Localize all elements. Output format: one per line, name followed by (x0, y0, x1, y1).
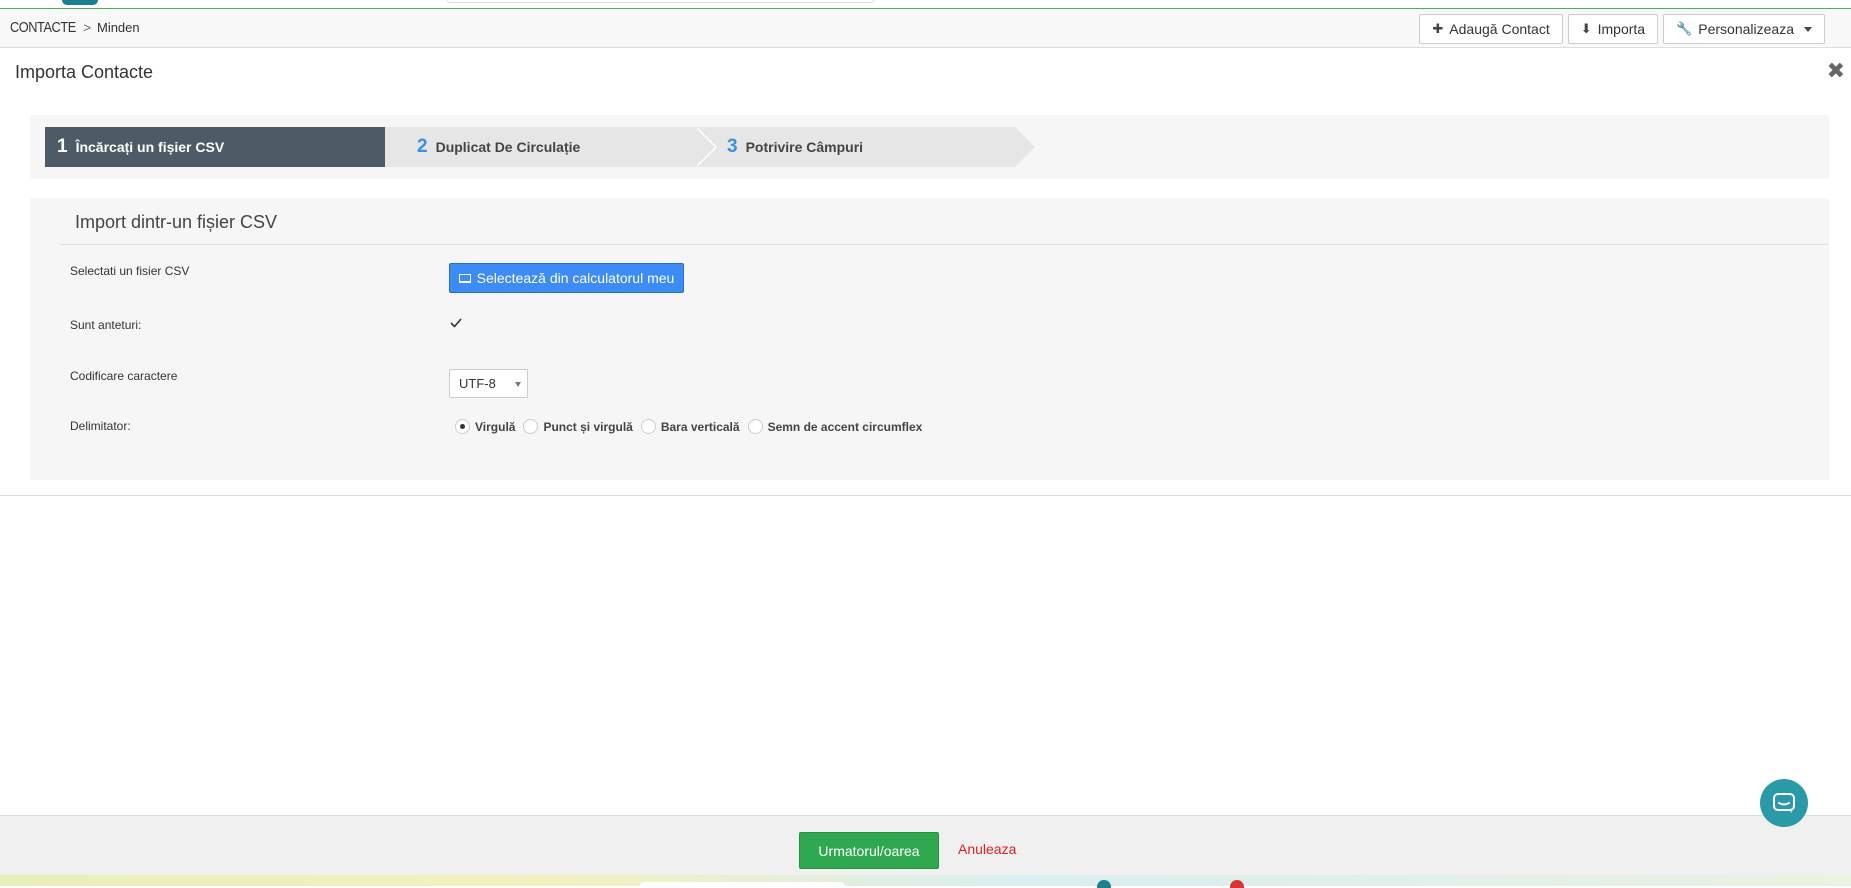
chevron-down-icon (515, 382, 521, 387)
step-number: 2 (417, 136, 428, 157)
step-number: 3 (727, 136, 738, 157)
radio-comma[interactable]: Virgulă (455, 419, 515, 434)
header-actions: ✚ Adaugă Contact ⬇ Importa 🔧 Personalize… (1419, 14, 1825, 44)
breadcrumb-module[interactable]: CONTACTE (10, 19, 76, 36)
encoding-label: Codificare caractere (70, 369, 178, 383)
delimiter-label: Delimitator: (70, 419, 131, 433)
wrench-icon: 🔧 (1676, 21, 1693, 36)
import-button[interactable]: ⬇ Importa (1567, 14, 1659, 44)
select-file-button[interactable]: Selectează din calculatorul meu (449, 263, 684, 293)
global-search-fragment[interactable] (447, 0, 874, 3)
import-form-panel: Import dintr-un fișier CSV Selectati un … (30, 198, 1829, 480)
radio-label: Virgulă (475, 419, 516, 434)
step-duplicate-check: 2 Duplicat De Circulație (385, 127, 717, 167)
step-upload-csv: 1 Încărcați un fișier CSV (45, 127, 405, 167)
breadcrumb: CONTACTE > Minden (10, 19, 140, 36)
encoding-value: UTF-8 (459, 376, 496, 391)
wizard-stepper: 1 Încărcați un fișier CSV 2 Duplicat De … (30, 115, 1829, 179)
step-label: Încărcați un fișier CSV (75, 139, 225, 155)
step-number: 1 (57, 136, 68, 157)
form-title: Import dintr-un fișier CSV (75, 212, 278, 232)
headers-checkbox[interactable] (449, 316, 463, 330)
module-header: CONTACTE > Minden ✚ Adaugă Contact ⬇ Imp… (0, 9, 1851, 48)
taskbar-app-icon[interactable] (1230, 880, 1244, 888)
step-label: Duplicat De Circulație (435, 139, 581, 155)
select-file-label: Selectează din calculatorul meu (476, 270, 675, 286)
chat-icon (1773, 793, 1795, 813)
radio-button[interactable] (455, 419, 470, 434)
customize-label: Personalizeaza (1698, 21, 1794, 37)
radio-label: Semn de accent circumflex (767, 419, 923, 434)
breadcrumb-separator: > (83, 20, 91, 35)
radio-label: Punct și virgulă (543, 419, 633, 434)
radio-button[interactable] (747, 419, 763, 434)
file-label: Selectati un fisier CSV (70, 264, 190, 278)
download-icon: ⬇ (1580, 21, 1592, 36)
delimiter-radio-group: Virgulă Punct și virgulă Bara verticală … (455, 419, 930, 434)
taskbar-app-icon[interactable] (1097, 880, 1111, 888)
chevron-down-icon (1804, 26, 1812, 32)
step-field-mapping: 3 Potrivire Câmpuri (695, 127, 1035, 167)
taskbar-item[interactable] (640, 882, 845, 888)
radio-semicolon[interactable]: Punct și virgulă (523, 419, 633, 434)
add-contact-button[interactable]: ✚ Adaugă Contact (1419, 14, 1563, 44)
customize-dropdown-button[interactable]: 🔧 Personalizeaza (1663, 14, 1825, 44)
divider (60, 244, 1829, 245)
os-taskbar-fragment (0, 875, 1851, 888)
import-label: Importa (1597, 21, 1646, 37)
radio-pipe[interactable]: Bara verticală (640, 419, 740, 434)
divider (0, 495, 1851, 496)
radio-label: Bara verticală (660, 419, 740, 434)
page-title: Importa Contacte (15, 62, 154, 82)
logo-fragment (62, 0, 98, 5)
add-contact-label: Adaugă Contact (1449, 21, 1550, 37)
chat-widget-button[interactable] (1760, 779, 1808, 827)
plus-icon: ✚ (1432, 21, 1444, 36)
next-button[interactable]: Urmatorul/oarea (799, 832, 939, 869)
laptop-icon (458, 273, 471, 283)
radio-button[interactable] (523, 419, 539, 434)
breadcrumb-current[interactable]: Minden (97, 20, 140, 35)
close-icon[interactable]: ✖ (1827, 58, 1845, 84)
headers-label: Sunt anteturi: (70, 318, 142, 332)
radio-caret[interactable]: Semn de accent circumflex (747, 419, 923, 434)
wizard-footer: Urmatorul/oarea Anuleaza (0, 815, 1851, 875)
encoding-select[interactable]: UTF-8 (449, 369, 528, 398)
cancel-link[interactable]: Anuleaza (958, 841, 1016, 857)
top-strip (0, 0, 1851, 9)
step-label: Potrivire Câmpuri (745, 139, 864, 155)
radio-button[interactable] (640, 419, 656, 434)
